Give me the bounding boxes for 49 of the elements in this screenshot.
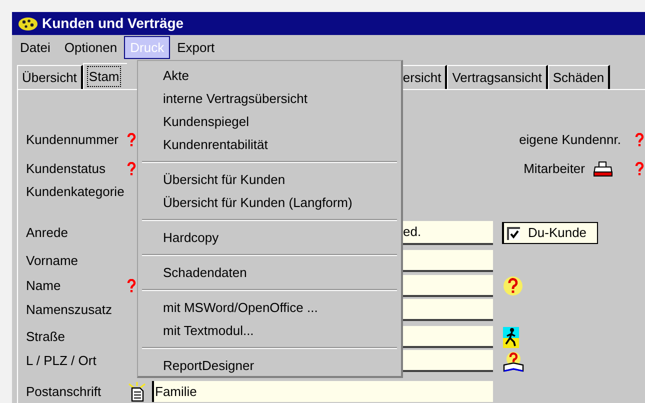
tab[interactable]: Vertragsansicht: [447, 65, 548, 89]
dropdown-menu-item[interactable]: mit Textmodul...: [138, 319, 401, 342]
walking-person-icon[interactable]: [503, 326, 519, 348]
text-field[interactable]: [403, 326, 493, 348]
field-label: Kundennummer: [26, 131, 120, 150]
menu-item[interactable]: Datei: [13, 36, 58, 59]
checkbox[interactable]: [507, 226, 520, 240]
dropdown-menu-item[interactable]: Akte: [138, 64, 401, 87]
field-label: Name: [26, 277, 62, 296]
help-icon[interactable]: [503, 276, 523, 296]
field-label: Kundenstatus: [26, 160, 107, 178]
dropdown-menu-item[interactable]: Übersicht für Kunden: [138, 168, 401, 191]
book-help-icon[interactable]: [503, 350, 524, 372]
field-label: eigene Kundennr.: [519, 131, 621, 150]
text-field[interactable]: ed.: [403, 221, 493, 245]
tab[interactable]: Stam: [82, 63, 127, 89]
text-field[interactable]: [403, 299, 493, 321]
document-icon[interactable]: [127, 382, 147, 402]
tab[interactable]: ersicht: [400, 65, 448, 89]
dropdown-menu-item[interactable]: Hardcopy: [138, 226, 401, 249]
text-field[interactable]: [403, 350, 493, 372]
check-icon: [510, 230, 519, 238]
dropdown-menu-item[interactable]: Kundenrentabilität: [138, 133, 401, 156]
field-label: Straße: [26, 328, 66, 346]
field-label: Kundenkategorie: [26, 183, 126, 202]
menu-item[interactable]: Export: [170, 36, 222, 59]
tab[interactable]: Schäden: [548, 65, 610, 89]
field-label: Vorname: [26, 252, 80, 270]
text-field[interactable]: [403, 250, 493, 272]
dropdown-menu-item[interactable]: Kundenspiegel: [138, 110, 401, 133]
field-label: L / PLZ / Ort: [26, 352, 98, 370]
field-label: Anrede: [26, 224, 69, 242]
printer-icon[interactable]: [593, 161, 613, 177]
window-title: Kunden und Verträge: [42, 14, 184, 33]
field-value: ed.: [403, 223, 422, 242]
field-label: Namenszusatz: [26, 301, 113, 320]
menu-item[interactable]: Optionen: [57, 36, 124, 59]
text-field[interactable]: [403, 275, 493, 297]
tab[interactable]: Übersicht: [17, 65, 83, 89]
dropdown-menu-item[interactable]: ReportDesigner: [138, 354, 401, 377]
app-icon: [18, 16, 38, 30]
dropdown-menu-item[interactable]: Schadendaten: [138, 261, 401, 284]
dropdown-menu-item[interactable]: mit MSWord/OpenOffice ...: [138, 296, 401, 319]
field-label: Postanschrift: [26, 382, 102, 401]
dropdown-menu-item[interactable]: interne Vertragsübersicht: [138, 87, 401, 110]
text-field[interactable]: Familie: [152, 381, 493, 402]
field-label: Mitarbeiter: [524, 160, 585, 178]
du-kunde-checkbox[interactable]: Du-Kunde: [502, 222, 598, 244]
dropdown-menu-item[interactable]: Übersicht für Kunden (Langform): [138, 191, 401, 214]
